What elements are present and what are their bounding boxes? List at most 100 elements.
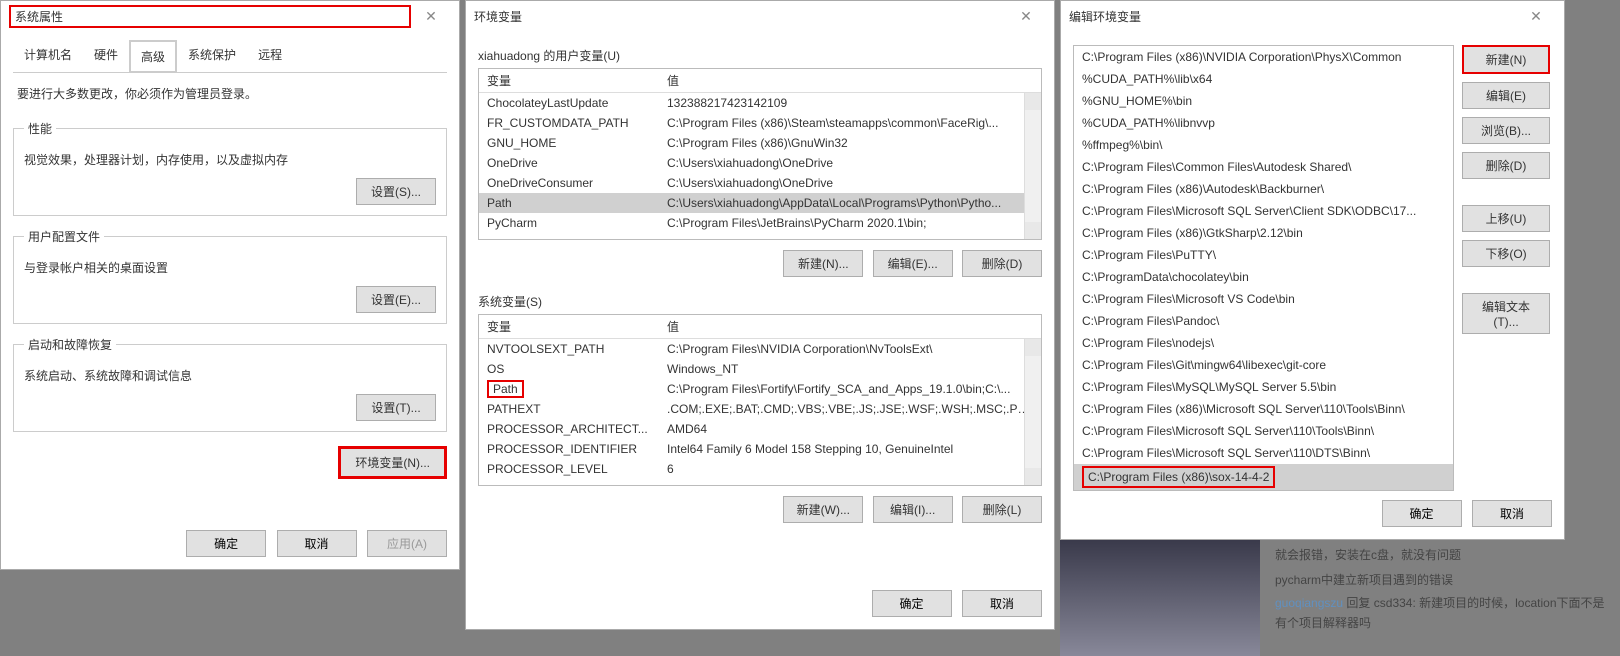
list-item[interactable]: C:\Program Files\Pandoc\ <box>1074 310 1453 332</box>
table-row[interactable]: PROCESSOR_ARCHITECT...AMD64 <box>479 419 1041 439</box>
edit-button[interactable]: 编辑(I)... <box>873 496 953 523</box>
tab-计算机名[interactable]: 计算机名 <box>13 39 83 72</box>
list-item[interactable]: C:\ProgramData\chocolatey\bin <box>1074 266 1453 288</box>
dialog-footer: 确定 取消 <box>466 582 1054 629</box>
comment-text: pycharm中建立新项目遇到的错误 <box>1275 571 1605 590</box>
titlebar: 系统属性 ✕ <box>1 1 459 31</box>
edit-button[interactable]: 编辑(E) <box>1462 82 1550 109</box>
table-row[interactable]: PathC:\Program Files\Fortify\Fortify_SCA… <box>479 379 1041 399</box>
list-item[interactable]: C:\Program Files (x86)\NVIDIA Corporatio… <box>1074 46 1453 68</box>
cancel-button[interactable]: 取消 <box>962 590 1042 617</box>
tab-系统保护[interactable]: 系统保护 <box>177 39 247 72</box>
settings-button[interactable]: 设置(E)... <box>356 286 436 313</box>
close-icon[interactable]: ✕ <box>411 8 451 25</box>
tab-远程[interactable]: 远程 <box>247 39 293 72</box>
var-name: PATHEXT <box>479 402 659 416</box>
list-item[interactable]: %ffmpeg%\bin\ <box>1074 134 1453 156</box>
close-icon[interactable]: ✕ <box>1006 8 1046 25</box>
environment-variables-button[interactable]: 环境变量(N)... <box>338 446 447 479</box>
list-item[interactable]: C:\Program Files (x86)\Microsoft SQL Ser… <box>1074 398 1453 420</box>
col-val: 值 <box>659 72 1041 89</box>
table-row[interactable]: PROCESSOR_LEVEL6 <box>479 459 1041 479</box>
cancel-button[interactable]: 取消 <box>1472 500 1552 527</box>
new-button[interactable]: 新建(N) <box>1462 45 1550 74</box>
list-item[interactable]: C:\Program Files\Microsoft SQL Server\11… <box>1074 442 1453 464</box>
table-row[interactable]: FR_CUSTOMDATA_PATHC:\Program Files (x86)… <box>479 113 1041 133</box>
table-row[interactable]: ChocolateyLastUpdate132388217423142109 <box>479 93 1041 113</box>
cancel-button[interactable]: 取消 <box>277 530 357 557</box>
dialog-footer: 确定 取消 <box>1061 492 1564 539</box>
table-row[interactable]: GNU_HOMEC:\Program Files (x86)\GnuWin32 <box>479 133 1041 153</box>
new-button[interactable]: 新建(W)... <box>783 496 863 523</box>
list-item[interactable]: %CUDA_PATH%\lib\x64 <box>1074 68 1453 90</box>
path-list[interactable]: C:\Program Files (x86)\NVIDIA Corporatio… <box>1073 45 1454 491</box>
browse-button[interactable]: 浏览(B)... <box>1462 117 1550 144</box>
list-item[interactable]: C:\Program Files\Microsoft SQL Server\Cl… <box>1074 200 1453 222</box>
list-item[interactable]: C:\Program Files (x86)\GtkSharp\2.12\bin <box>1074 222 1453 244</box>
performance-section: 性能 视觉效果，处理器计划，内存使用，以及虚拟内存 设置(S)... <box>13 120 447 216</box>
delete-button[interactable]: 删除(L) <box>962 496 1042 523</box>
ok-button[interactable]: 确定 <box>1382 500 1462 527</box>
legend: 启动和故障恢复 <box>24 336 116 353</box>
table-row[interactable]: OneDriveC:\Users\xiahuadong\OneDrive <box>479 153 1041 173</box>
new-button[interactable]: 新建(N)... <box>783 250 863 277</box>
user-profile-section: 用户配置文件 与登录帐户相关的桌面设置 设置(E)... <box>13 228 447 324</box>
table-row[interactable]: OSWindows_NT <box>479 359 1041 379</box>
list-item[interactable]: C:\Program Files\Microsoft SQL Server\11… <box>1074 420 1453 442</box>
col-var: 变量 <box>479 318 659 335</box>
list-item[interactable]: C:\Program Files (x86)\sox-14-4-2 <box>1074 464 1453 490</box>
list-item[interactable]: C:\Program Files (x86)\Autodesk\Backburn… <box>1074 178 1453 200</box>
desc: 系统启动、系统故障和调试信息 <box>24 367 436 384</box>
close-icon[interactable]: ✕ <box>1516 8 1556 25</box>
var-value: C:\Users\xiahuadong\OneDrive <box>659 156 1041 170</box>
comment-author[interactable]: guoqiangszu <box>1275 596 1343 610</box>
sys-vars-table[interactable]: 变量 值 NVTOOLSEXT_PATHC:\Program Files\NVI… <box>478 314 1042 486</box>
table-row[interactable]: PyCharmC:\Program Files\JetBrains\PyChar… <box>479 213 1041 233</box>
list-item[interactable]: C:\Program Files\MySQL\MySQL Server 5.5\… <box>1074 376 1453 398</box>
var-value: Windows_NT <box>659 362 1041 376</box>
move-up-button[interactable]: 上移(U) <box>1462 205 1550 232</box>
list-item[interactable]: C:\Program Files\Common Files\Autodesk S… <box>1074 156 1453 178</box>
window-title: 系统属性 <box>9 5 411 28</box>
table-row[interactable]: NVTOOLSEXT_PATHC:\Program Files\NVIDIA C… <box>479 339 1041 359</box>
list-item[interactable]: %CUDA_PATH%\libnvvp <box>1074 112 1453 134</box>
var-value: Intel64 Family 6 Model 158 Stepping 10, … <box>659 442 1041 456</box>
edit-text-button[interactable]: 编辑文本(T)... <box>1462 293 1550 334</box>
reply-label: 回复 <box>1346 596 1370 610</box>
background-photo <box>1060 530 1260 656</box>
delete-button[interactable]: 删除(D) <box>962 250 1042 277</box>
user-vars-label: xiahuadong 的用户变量(U) <box>478 47 1042 64</box>
settings-button[interactable]: 设置(T)... <box>356 394 436 421</box>
legend: 用户配置文件 <box>24 228 104 245</box>
table-row[interactable]: PROCESSOR_IDENTIFIERIntel64 Family 6 Mod… <box>479 439 1041 459</box>
move-down-button[interactable]: 下移(O) <box>1462 240 1550 267</box>
table-row[interactable]: OneDriveConsumerC:\Users\xiahuadong\OneD… <box>479 173 1041 193</box>
tab-硬件[interactable]: 硬件 <box>83 39 129 72</box>
dialog-footer: 确定 取消 应用(A) <box>1 522 459 569</box>
apply-button[interactable]: 应用(A) <box>367 530 447 557</box>
settings-button[interactable]: 设置(S)... <box>356 178 436 205</box>
list-item[interactable]: C:\Program Files\PuTTY\ <box>1074 244 1453 266</box>
sys-vars-label: 系统变量(S) <box>478 293 1042 310</box>
user-vars-table[interactable]: 变量 值 ChocolateyLastUpdate132388217423142… <box>478 68 1042 240</box>
ok-button[interactable]: 确定 <box>872 590 952 617</box>
edit-button[interactable]: 编辑(E)... <box>873 250 953 277</box>
tab-高级[interactable]: 高级 <box>129 40 177 73</box>
var-name: OS <box>479 362 659 376</box>
table-row[interactable]: PathC:\Users\xiahuadong\AppData\Local\Pr… <box>479 193 1041 213</box>
comment-text: 就会报错，安装在c盘，就没有问题 <box>1275 546 1605 565</box>
scrollbar[interactable] <box>1024 339 1041 485</box>
table-row[interactable]: PATHEXT.COM;.EXE;.BAT;.CMD;.VBS;.VBE;.JS… <box>479 399 1041 419</box>
list-item[interactable]: C:\Program Files\nodejs\ <box>1074 332 1453 354</box>
var-value: .COM;.EXE;.BAT;.CMD;.VBS;.VBE;.JS;.JSE;.… <box>659 402 1041 416</box>
list-item[interactable]: C:\Program Files\Microsoft VS Code\bin <box>1074 288 1453 310</box>
list-item[interactable]: C:\Program Files\Git\mingw64\libexec\git… <box>1074 354 1453 376</box>
delete-button[interactable]: 删除(D) <box>1462 152 1550 179</box>
scrollbar[interactable] <box>1024 93 1041 239</box>
list-item[interactable]: %GNU_HOME%\bin <box>1074 90 1453 112</box>
ok-button[interactable]: 确定 <box>186 530 266 557</box>
var-value: C:\Program Files (x86)\GnuWin32 <box>659 136 1041 150</box>
var-value: C:\Users\xiahuadong\OneDrive <box>659 176 1041 190</box>
col-val: 值 <box>659 318 1041 335</box>
edit-env-var-dialog: 编辑环境变量 ✕ C:\Program Files (x86)\NVIDIA C… <box>1060 0 1565 540</box>
